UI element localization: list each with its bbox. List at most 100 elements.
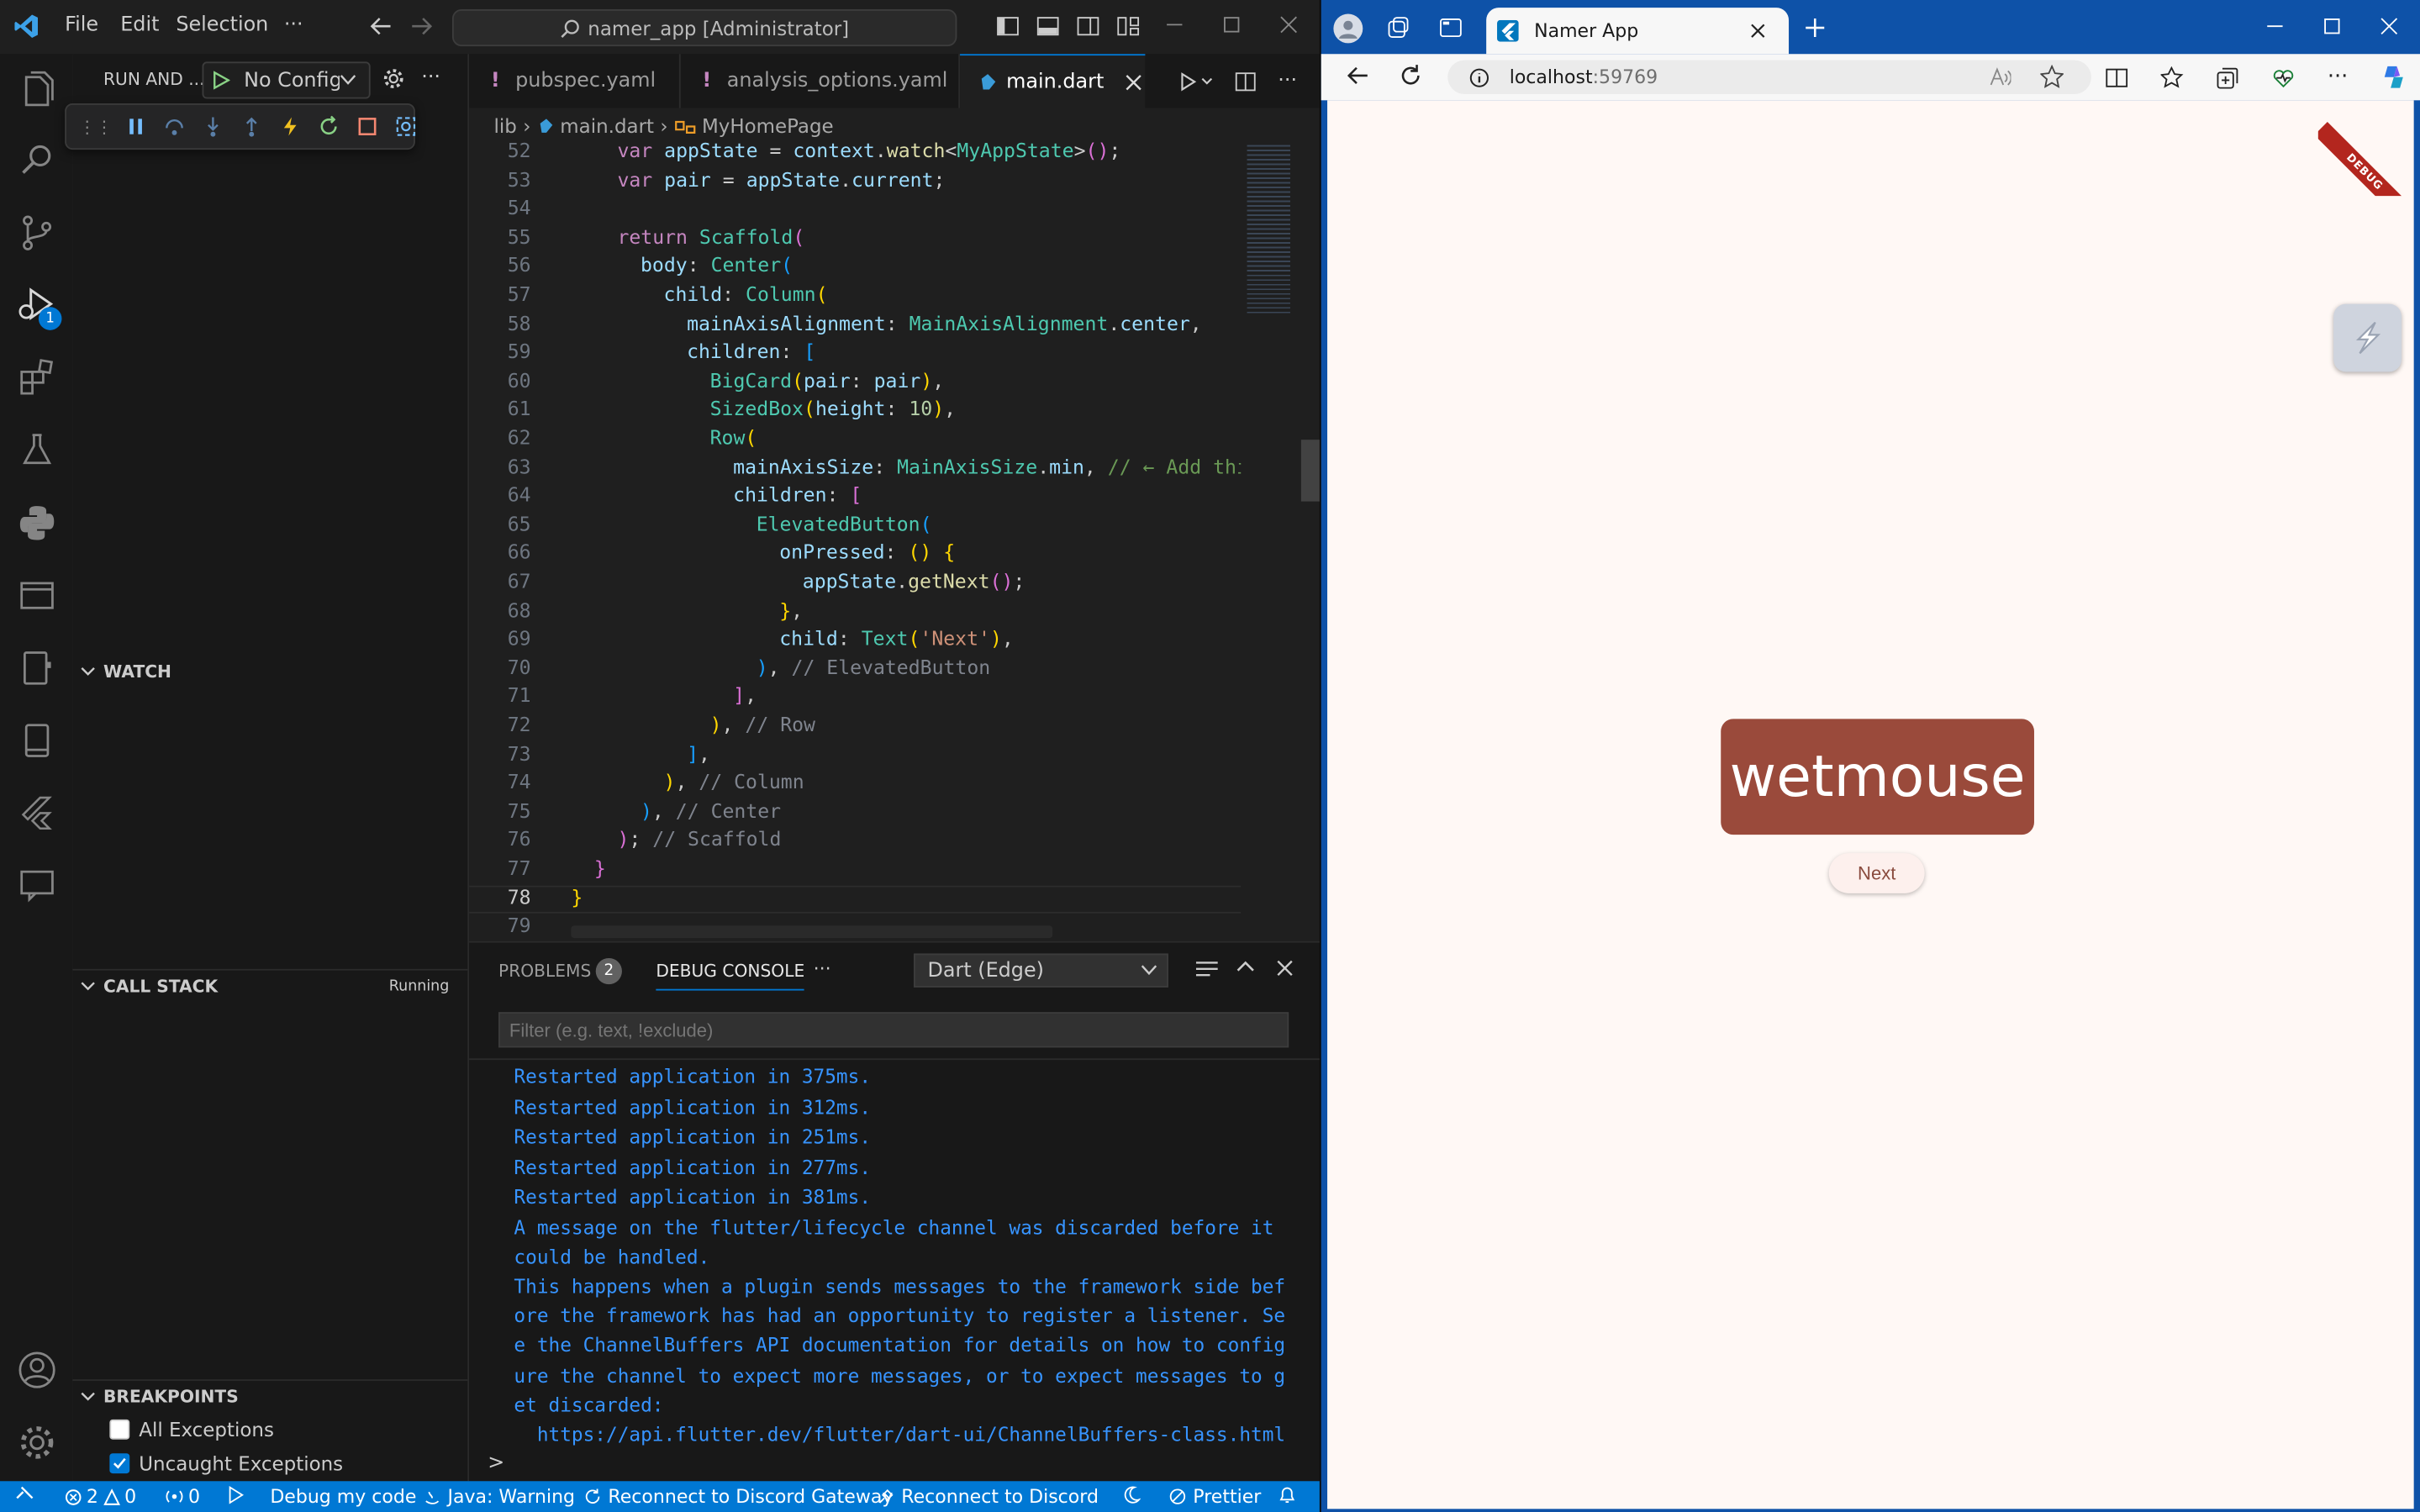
settings-more-icon[interactable]: ···: [2328, 65, 2349, 89]
debug-target[interactable]: Debug my code: [270, 1486, 416, 1508]
discord-gateway-status[interactable]: Reconnect to Discord Gateway: [583, 1486, 893, 1507]
python-icon[interactable]: [17, 503, 57, 543]
favorites-icon[interactable]: [2160, 66, 2185, 89]
ports-status[interactable]: 0: [165, 1486, 200, 1507]
java-status[interactable]: Java: Warning: [423, 1486, 575, 1507]
search-icon[interactable]: [17, 140, 57, 181]
workspaces-icon[interactable]: [1386, 15, 1410, 40]
next-button[interactable]: Next: [1828, 853, 1925, 893]
new-tab-icon[interactable]: [1804, 17, 1826, 39]
close-tab-icon[interactable]: [1750, 24, 1765, 39]
debug-session-select[interactable]: Dart (Edge): [913, 953, 1168, 988]
toggle-panel-icon[interactable]: [1036, 14, 1060, 39]
source-control-icon[interactable]: [17, 213, 57, 253]
code-area[interactable]: 52 var appState = context.watch<MyAppStat…: [469, 137, 1242, 940]
close-panel-icon[interactable]: [1276, 960, 1293, 977]
menu-edit[interactable]: Edit: [120, 14, 159, 38]
launch-config-select[interactable]: No Configi: [202, 61, 371, 99]
moon-icon[interactable]: [1122, 1486, 1141, 1504]
phone-icon[interactable]: [17, 720, 57, 761]
breadcrumb-file[interactable]: main.dart: [560, 113, 654, 137]
pause-icon[interactable]: [125, 116, 147, 138]
extensions-icon[interactable]: [17, 358, 57, 398]
close-window-icon[interactable]: [2380, 17, 2398, 35]
discord-status[interactable]: Reconnect to Discord: [877, 1486, 1099, 1507]
close-tab-icon[interactable]: [1126, 73, 1142, 90]
uncaught-exceptions-checkbox[interactable]: [109, 1453, 130, 1474]
explorer-icon[interactable]: [17, 70, 57, 110]
breadcrumb-symbol[interactable]: MyHomePage: [702, 113, 834, 137]
split-editor-icon[interactable]: [1235, 71, 1257, 92]
address-bar[interactable]: localhost :59769: [1447, 60, 2091, 94]
more-actions-icon[interactable]: ···: [421, 66, 440, 90]
refresh-icon[interactable]: [1399, 63, 1423, 87]
editor-more-actions-icon[interactable]: ···: [1278, 70, 1297, 93]
floating-widget-inspector[interactable]: [2333, 303, 2402, 372]
watch-section-header[interactable]: WATCH: [72, 656, 467, 689]
minimize-icon[interactable]: [2265, 17, 2284, 35]
testing-icon[interactable]: [17, 430, 57, 471]
tab-debug-console[interactable]: DEBUG CONSOLE: [656, 961, 805, 991]
problems-status[interactable]: 2 0: [65, 1486, 136, 1507]
flutter-icon[interactable]: [17, 793, 57, 834]
console-prompt[interactable]: >: [488, 1451, 504, 1475]
step-over-icon[interactable]: [164, 116, 186, 138]
panel-more-icon[interactable]: ···: [814, 958, 831, 980]
start-debugging-icon[interactable]: [213, 71, 230, 90]
stop-icon[interactable]: [356, 116, 378, 138]
console-filter-input[interactable]: [498, 1012, 1289, 1048]
breakpoints-section-header[interactable]: BREAKPOINTS: [72, 1379, 468, 1415]
tab-main-dart[interactable]: main.dart: [960, 54, 1146, 108]
copilot-icon[interactable]: [2380, 63, 2408, 91]
chat-icon[interactable]: [17, 866, 57, 906]
split-screen-icon[interactable]: [2105, 66, 2128, 89]
profile-avatar[interactable]: [1333, 13, 1363, 44]
tab-actions-icon[interactable]: [1438, 15, 1463, 40]
horizontal-scrollbar[interactable]: [571, 925, 1053, 939]
run-debug-file-icon[interactable]: [1176, 71, 1213, 92]
toggle-primary-sidebar-icon[interactable]: [995, 14, 1020, 39]
browser-tab[interactable]: Namer App: [1486, 8, 1790, 55]
tab-analysis-options[interactable]: ! analysis_options.yaml: [681, 54, 961, 108]
menu-file[interactable]: File: [65, 14, 98, 38]
all-exceptions-checkbox[interactable]: [109, 1419, 130, 1440]
read-aloud-icon[interactable]: [1990, 66, 2011, 88]
favorite-star-icon[interactable]: [2040, 65, 2064, 88]
site-info-icon[interactable]: [1469, 67, 1489, 87]
breadcrumb-folder[interactable]: lib: [494, 113, 517, 137]
prettier-status[interactable]: Prettier: [1168, 1486, 1261, 1507]
drag-handle-icon[interactable]: ⋮⋮: [79, 117, 113, 137]
menu-more[interactable]: ···: [284, 14, 303, 38]
restart-icon[interactable]: [318, 115, 340, 138]
flutter-inspector-icon[interactable]: [395, 116, 417, 138]
tab-pubspec[interactable]: ! pubspec.yaml: [469, 54, 681, 108]
collections-icon[interactable]: [2217, 66, 2240, 89]
tab-problems[interactable]: PROBLEMS: [498, 961, 591, 982]
clear-console-icon[interactable]: [1194, 958, 1219, 980]
remote-explorer-icon[interactable]: [17, 576, 57, 616]
manage-gear-icon[interactable]: [17, 1423, 57, 1463]
device-icon[interactable]: [17, 648, 57, 688]
debug-status-icon[interactable]: [225, 1485, 244, 1504]
call-stack-section-header[interactable]: CALL STACK Running: [72, 968, 468, 1004]
settings-gear-icon[interactable]: [382, 68, 404, 90]
toggle-secondary-sidebar-icon[interactable]: [1076, 14, 1100, 39]
menu-selection[interactable]: Selection: [176, 14, 268, 38]
browser-essentials-icon[interactable]: [2272, 66, 2296, 89]
step-out-icon[interactable]: [240, 116, 262, 138]
close-window-icon[interactable]: [1279, 15, 1298, 34]
console-output-link[interactable]: https://api.flutter.dev/flutter/dart-ui/…: [514, 1423, 1285, 1446]
run-and-debug-icon[interactable]: 1: [17, 286, 62, 330]
forward-arrow-icon[interactable]: [409, 15, 434, 37]
maximize-icon[interactable]: [2322, 17, 2341, 35]
notifications-bell-icon[interactable]: [1278, 1486, 1296, 1504]
back-arrow-icon[interactable]: [369, 15, 393, 37]
customize-layout-icon[interactable]: [1116, 14, 1141, 39]
maximize-icon[interactable]: [1222, 15, 1241, 34]
minimize-icon[interactable]: [1165, 15, 1184, 34]
command-center[interactable]: namer_app [Administrator]: [451, 9, 957, 47]
minimap[interactable]: [1238, 142, 1300, 941]
accounts-icon[interactable]: [17, 1350, 57, 1390]
step-into-icon[interactable]: [203, 116, 224, 138]
chevron-up-icon[interactable]: [1236, 960, 1255, 975]
